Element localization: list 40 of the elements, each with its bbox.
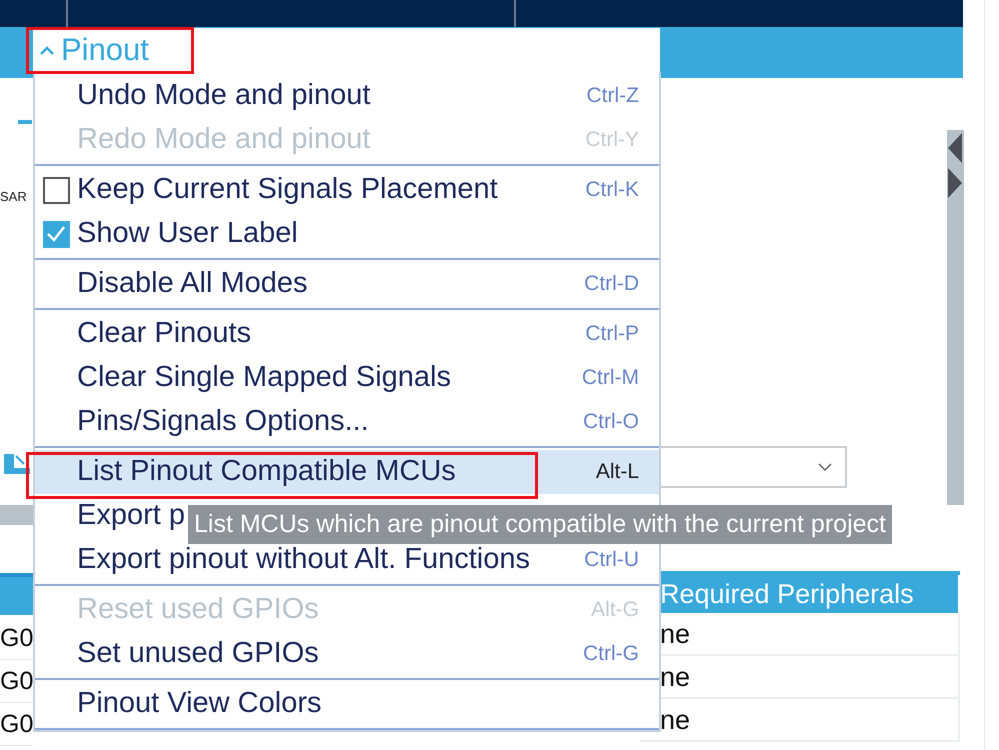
checkmark-icon bbox=[46, 225, 66, 243]
shortcut-label: Ctrl-M bbox=[582, 365, 639, 392]
panel-strip bbox=[0, 505, 33, 525]
menu-item-label: Show User Label bbox=[77, 216, 298, 252]
tooltip: List MCUs which are pinout compatible with the current project bbox=[188, 505, 892, 544]
menu-item-label: Clear Pinouts bbox=[77, 316, 252, 352]
shortcut-label: Ctrl-O bbox=[583, 409, 639, 436]
shortcut-label: Alt-G bbox=[591, 597, 639, 624]
table-header bbox=[0, 573, 33, 615]
chevron-down-icon bbox=[817, 462, 833, 472]
menu-item-label: Pinout View Colors bbox=[77, 686, 322, 722]
tab-underline bbox=[18, 120, 32, 124]
menu-title: Pinout bbox=[61, 30, 149, 69]
menu-item-label: Redo Mode and pinout bbox=[77, 122, 370, 158]
menu-item-label: Clear Single Mapped Signals bbox=[77, 360, 451, 396]
arrow-right-icon[interactable] bbox=[948, 168, 962, 198]
shortcut-label: Ctrl-D bbox=[584, 271, 639, 298]
menu-item-label: Undo Mode and pinout bbox=[77, 78, 370, 114]
checkbox[interactable] bbox=[42, 176, 70, 204]
shortcut-label: Ctrl-K bbox=[585, 177, 639, 204]
menu-item-label: Reset used GPIOs bbox=[77, 592, 319, 628]
menu-item-label: Export pinout without Alt. Functions bbox=[77, 542, 530, 578]
shortcut-label: Ctrl-U bbox=[584, 547, 639, 574]
menu-item-label: Set unused GPIOs bbox=[77, 636, 319, 672]
menu-item-label: Disable All Modes bbox=[77, 266, 308, 302]
shortcut-label: Alt-L bbox=[596, 459, 639, 486]
caret-up-icon bbox=[39, 45, 55, 55]
shortcut-label: Ctrl-Z bbox=[586, 83, 639, 110]
shortcut-label: Ctrl-P bbox=[585, 321, 639, 348]
menu-item-label: Pins/Signals Options... bbox=[77, 404, 369, 440]
menu-item-label: Keep Current Signals Placement bbox=[77, 172, 498, 208]
arrow-left-icon[interactable] bbox=[948, 133, 962, 163]
menu-item[interactable]: List Pinout Compatible MCUs Alt-L bbox=[35, 450, 659, 494]
shortcut-label: Ctrl-Y bbox=[585, 127, 639, 154]
checkbox[interactable] bbox=[42, 220, 70, 248]
shortcut-label: Ctrl-G bbox=[583, 641, 639, 668]
side-label: SAR bbox=[0, 188, 27, 206]
menu-item-label: Export p bbox=[77, 498, 185, 534]
scrollbar[interactable] bbox=[947, 130, 964, 505]
menu-item-label: List Pinout Compatible MCUs bbox=[77, 454, 456, 490]
